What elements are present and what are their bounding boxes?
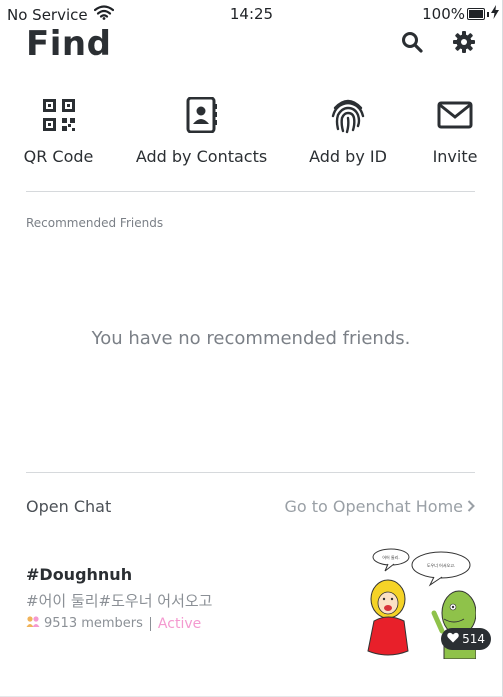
likes-count: 514 (462, 632, 485, 646)
header-actions (400, 30, 476, 54)
qr-code-label: QR Code (23, 147, 94, 166)
open-chat-title: Open Chat (26, 497, 112, 516)
charging-icon (491, 5, 499, 23)
add-by-contacts-button[interactable]: Add by Contacts (136, 95, 267, 166)
contacts-book-icon (182, 95, 222, 135)
battery-percent: 100% (422, 5, 465, 23)
envelope-icon (435, 95, 475, 135)
heart-icon (447, 632, 459, 646)
battery-cap (487, 11, 489, 17)
room-status: Active (157, 615, 202, 632)
search-icon[interactable] (400, 30, 424, 54)
divider-middle (26, 472, 475, 473)
battery-group: 100% (422, 5, 499, 23)
member-count: 9513 members (44, 616, 143, 631)
gear-icon[interactable] (452, 30, 476, 54)
room-name: #Doughnuh (26, 565, 133, 584)
open-chat-header: Open Chat Go to Openchat Home (26, 497, 475, 516)
page-title: Find (26, 24, 112, 64)
screen: No Service 14:25 100% Find QR Code Add b… (0, 0, 503, 697)
likes-badge: 514 (441, 628, 491, 650)
qr-code-icon (39, 95, 79, 135)
add-by-id-label: Add by ID (309, 147, 387, 166)
fingerprint-icon (328, 95, 368, 135)
meta-separator (149, 616, 151, 631)
svg-text:도우너 어서오고.: 도우너 어서오고. (427, 562, 455, 568)
room-meta: 9513 members Active (26, 615, 326, 632)
invite-button[interactable]: Invite (433, 95, 477, 166)
add-by-contacts-label: Add by Contacts (135, 147, 268, 166)
room-tags: #어이 둘리#도우너 어서오고 (26, 592, 213, 610)
add-by-id-button[interactable]: Add by ID (309, 95, 387, 166)
invite-label: Invite (432, 147, 478, 166)
recommended-empty-message: You have no recommended friends. (91, 328, 411, 349)
recommended-friends-title: Recommended Friends (26, 216, 164, 230)
qr-code-button[interactable]: QR Code (23, 95, 94, 166)
battery-icon (467, 8, 485, 20)
openchat-home-label: Go to Openchat Home (284, 497, 463, 516)
open-chat-room[interactable]: #Doughnuh #어이 둘리#도우너 어서오고 9513 members A… (26, 565, 326, 632)
add-friend-actions: QR Code Add by Contacts Add by ID Invite (0, 95, 503, 175)
svg-text:어어 둘리.: 어어 둘리. (382, 554, 399, 560)
openchat-home-link[interactable]: Go to Openchat Home (284, 497, 475, 516)
members-icon (26, 615, 40, 632)
divider-top (26, 191, 475, 192)
chevron-right-icon (467, 497, 475, 516)
